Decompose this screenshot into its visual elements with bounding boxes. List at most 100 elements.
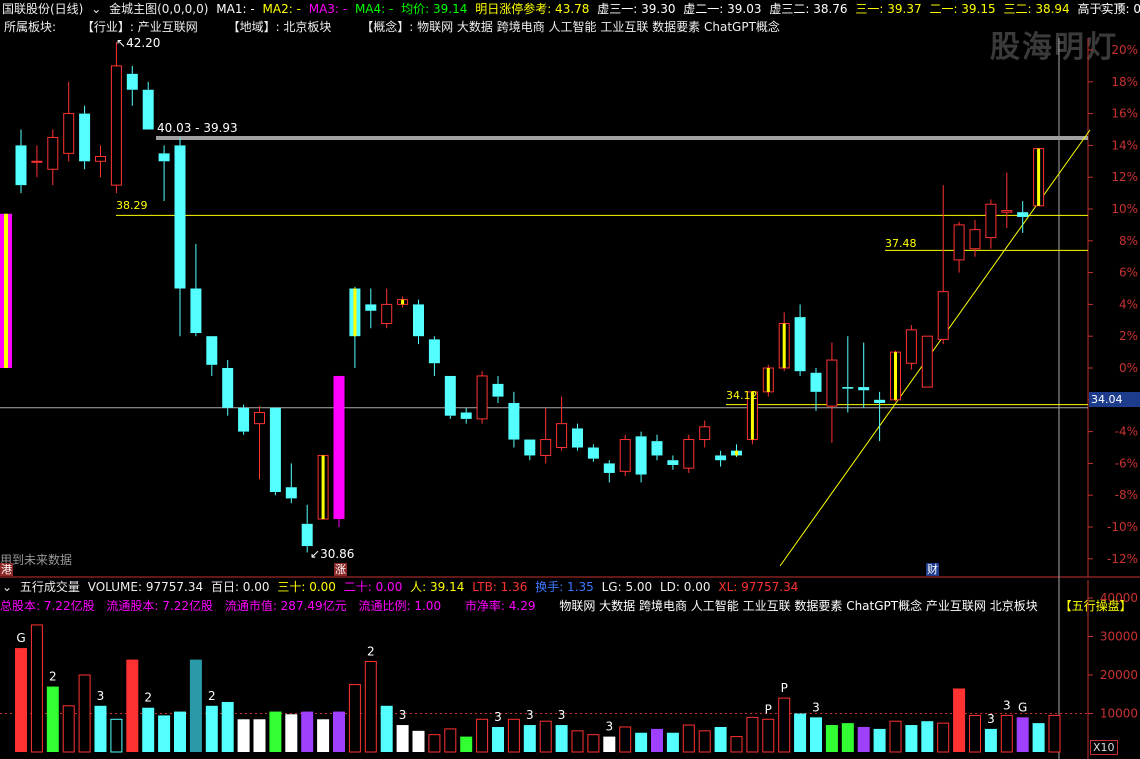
candle [1033,148,1045,207]
volume-bar [253,719,266,752]
mark-gang: 港 [0,563,13,576]
xl-value: XL: 97757.34 [718,580,799,594]
candle [238,404,250,435]
volume-bar-label: 3 [812,700,820,714]
volume-bar [825,725,838,752]
volume-bar [126,659,139,752]
volume-bar [746,716,759,753]
candle [985,199,997,249]
candle-body [63,113,75,154]
volume-bar [762,718,775,753]
candle-limit-core [782,323,786,368]
level-37-label: 37.48 [885,237,917,250]
volume-bar-label: 3 [97,689,105,703]
low-label: ↙30.86 [310,547,355,561]
volume-bar [539,720,552,753]
candle [254,406,265,480]
candle-body [587,447,599,459]
volume-bar [205,705,218,752]
level-34-label: 34.12 [726,389,758,402]
candle-body [269,407,281,493]
kline-chart[interactable]: 20%18%16%14%12%10%8%6%4%2%0%-2%-4%-6%-8%… [0,0,1140,759]
candle-body [47,136,59,170]
volume-bar [778,697,791,753]
market-cap: 流通市值: 287.49亿元 [224,599,347,613]
candle [683,434,695,473]
volume-bar-label: 3 [526,708,534,722]
volume-bar [62,705,75,753]
volume-tick-label: 10000 [1100,707,1138,721]
candle [731,444,742,458]
volume-bar-label: 2 [367,645,375,659]
volume-bar [317,719,330,752]
candle [667,455,679,470]
s20-value: 二十: 0.00 [343,580,403,594]
s30-value: 三十: 0.00 [277,580,336,594]
candle [762,364,774,397]
candle [444,375,456,419]
candle-body [460,412,472,419]
volume-bar [174,711,186,752]
candle-body [858,387,870,391]
candle-body [794,317,806,372]
price-tick-label: -10% [1107,520,1138,534]
volume-bar-label: P [765,702,772,716]
float-ratio: 流通比例: 1.00 [358,599,442,613]
candle-body [238,407,250,432]
volume-bar [110,718,123,753]
volume-bar [555,725,568,752]
candle-body [667,460,679,465]
price-tick-label: 10% [1111,202,1138,216]
volume-bar-label: G [16,631,25,645]
candle [572,423,583,451]
price-tick-label: 8% [1119,234,1138,248]
volume-tick-label: 20000 [1100,668,1138,682]
volume-bar [523,725,536,752]
candle [794,304,806,376]
collapse-icon[interactable]: ⌄ [2,580,12,594]
volume-bar [285,714,298,752]
volume-bar [682,724,695,753]
candle-body [810,372,822,392]
volume-bar [619,726,632,753]
candle [937,185,949,345]
ren-value: 人: 39.14 [410,580,465,594]
candle-body [254,412,265,425]
candle [826,342,838,443]
candle-limit-core [894,352,897,400]
volume-bar [46,686,59,752]
volume-bar [444,728,457,753]
volume-concepts: 物联网 大数据 跨境电商 人工智能 工业互联 数据要素 ChatGPT概念 产业… [559,599,1038,613]
candle-body [444,375,456,416]
volume-bar [396,725,409,752]
volume-bar [603,736,616,752]
candle-body [285,487,297,499]
volume-bar [492,726,504,752]
volume-bar [730,736,743,753]
volume-bar [698,730,711,753]
volume-tick-label: 30000 [1100,630,1138,644]
volume-bar [953,688,966,752]
left-edge-candle-core [4,213,8,368]
volume-bar-label: P [781,681,788,695]
candle-body [508,402,520,440]
price-tick-label: -4% [1115,425,1138,439]
candle [15,129,27,194]
b100-value: 百日: 0.00 [210,580,270,594]
candle-body [428,339,440,364]
volume-info: 总股本: 7.22亿股 流通股本: 7.22亿股 流通市值: 287.49亿元 … [0,598,1136,614]
candle-body [921,335,933,388]
volume-multiplier: X10 [1090,740,1118,755]
candle [428,336,440,376]
candle [969,220,981,257]
candle-body [142,89,154,130]
wuxing-tag[interactable]: 【五行操盘】 [1060,599,1132,613]
candle [142,81,154,130]
volume-bar-label: 2 [208,689,216,703]
price-tick-label: 18% [1111,75,1138,89]
candle [317,454,329,520]
candle-body [619,439,631,472]
candle-body [683,439,695,469]
candle [858,342,870,408]
volume-bar [94,705,107,752]
